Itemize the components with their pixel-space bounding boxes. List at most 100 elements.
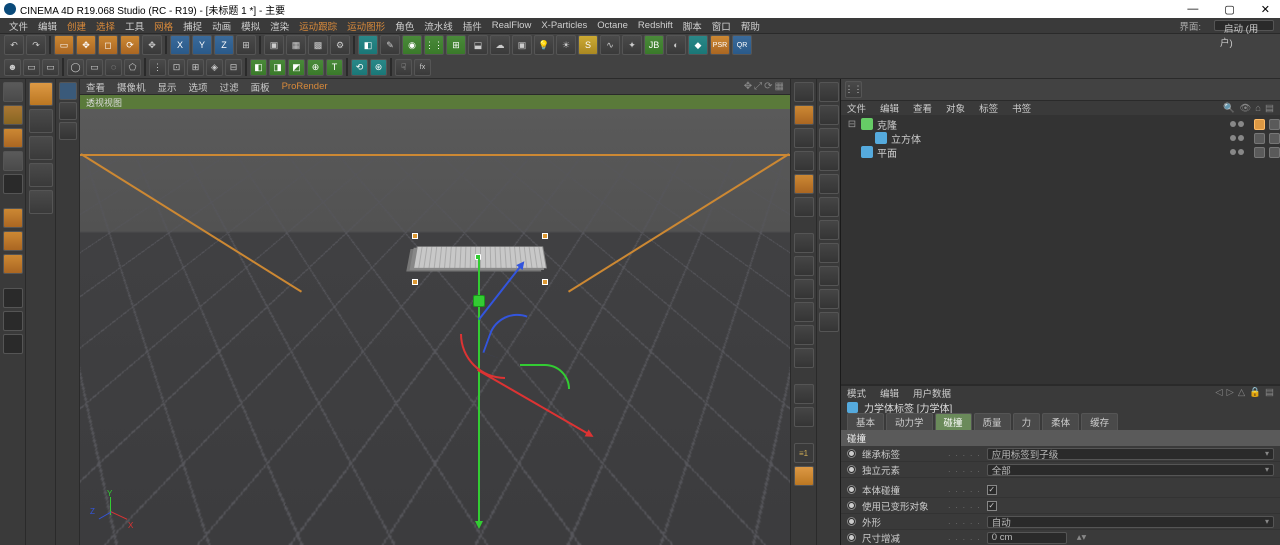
menu-动画[interactable]: 动画 xyxy=(207,19,236,33)
am-fold-icon[interactable]: ▤ xyxy=(1265,387,1274,398)
vpmenu-面板[interactable]: 面板 xyxy=(251,80,270,94)
radio-icon[interactable] xyxy=(847,517,856,526)
edge-mode-icon[interactable] xyxy=(3,231,23,251)
brush2-icon[interactable] xyxy=(29,190,53,214)
vrb9-icon[interactable] xyxy=(819,266,839,286)
vr2-icon[interactable] xyxy=(794,105,814,125)
attr-dropdown[interactable]: 自动 xyxy=(987,516,1274,528)
menu-渲染[interactable]: 渲染 xyxy=(265,19,294,33)
objmenu-查看[interactable]: 查看 xyxy=(913,101,932,115)
world-axis-icon[interactable]: ⊞ xyxy=(236,35,256,55)
vp-nav2-icon[interactable]: ⤢ xyxy=(754,81,762,92)
model-mode-icon[interactable] xyxy=(3,82,23,102)
sel-live-icon[interactable]: ◯ xyxy=(67,59,84,76)
point-mode-icon[interactable] xyxy=(3,208,23,228)
vis-editor-icon[interactable] xyxy=(1230,135,1236,141)
vis-editor-icon[interactable] xyxy=(1230,149,1236,155)
rp-grip-icon[interactable]: ⋮⋮ xyxy=(845,81,862,98)
attr-tab-缓存[interactable]: 缓存 xyxy=(1081,413,1118,430)
object-row-平面[interactable]: 平面 xyxy=(841,145,1280,159)
vp-nav4-icon[interactable]: ▦ xyxy=(775,81,784,92)
snap5-icon[interactable]: ⊟ xyxy=(225,59,242,76)
sel-handle-icon[interactable] xyxy=(542,279,548,285)
window-maximize[interactable]: ▢ xyxy=(1218,3,1240,16)
camera-icon[interactable]: ▣ xyxy=(512,35,532,55)
vrb6-icon[interactable] xyxy=(819,197,839,217)
menu-窗口[interactable]: 窗口 xyxy=(707,19,736,33)
vp-nav1-icon[interactable]: ✥ xyxy=(744,81,752,92)
menu-Redshift[interactable]: Redshift xyxy=(633,20,678,31)
object-name[interactable]: 平面 xyxy=(877,145,967,160)
primitive-cube-icon[interactable]: ◧ xyxy=(358,35,378,55)
rotate-tool-icon[interactable]: ⟳ xyxy=(120,35,140,55)
environment-icon[interactable]: ☁ xyxy=(490,35,510,55)
vrb11-icon[interactable] xyxy=(819,312,839,332)
vr13-icon[interactable] xyxy=(794,384,814,404)
hair-icon[interactable]: ∿ xyxy=(600,35,620,55)
snap2-icon[interactable]: ⊡ xyxy=(168,59,185,76)
sel-handle-icon[interactable] xyxy=(412,279,418,285)
workplane-icon[interactable] xyxy=(3,174,23,194)
deformer-icon[interactable]: ⬓ xyxy=(468,35,488,55)
vpmenu-显示[interactable]: 显示 xyxy=(158,80,177,94)
menu-帮助[interactable]: 帮助 xyxy=(736,19,765,33)
vrb10-icon[interactable] xyxy=(819,289,839,309)
misc2-icon[interactable]: fx xyxy=(414,59,431,76)
attr-tab-质量[interactable]: 质量 xyxy=(974,413,1011,430)
snap3-icon[interactable]: ⊞ xyxy=(187,59,204,76)
menu-X-Particles[interactable]: X-Particles xyxy=(536,20,592,31)
menu-角色[interactable]: 角色 xyxy=(390,19,419,33)
vr8-icon[interactable] xyxy=(794,256,814,276)
head-icon[interactable]: ☻ xyxy=(4,59,21,76)
sel-rect-icon[interactable]: ▭ xyxy=(86,59,103,76)
om-eye-icon[interactable]: 👁 xyxy=(1239,103,1251,114)
object-mode-icon[interactable] xyxy=(3,151,23,171)
gen2-icon[interactable]: ◨ xyxy=(269,59,286,76)
render-view-icon[interactable]: ▣ xyxy=(264,35,284,55)
vpmenu-查看[interactable]: 查看 xyxy=(86,80,105,94)
array-icon[interactable]: ⋮⋮ xyxy=(424,35,444,55)
attr-checkbox[interactable] xyxy=(987,485,997,495)
light2-icon[interactable]: ☀ xyxy=(556,35,576,55)
vp-nav3-icon[interactable]: ⟳ xyxy=(764,81,772,92)
radio-icon[interactable] xyxy=(847,449,856,458)
brush-icon[interactable] xyxy=(29,163,53,187)
object-name[interactable]: 克隆 xyxy=(877,117,967,132)
object-name[interactable]: 立方体 xyxy=(891,131,981,146)
snap-origin-icon[interactable] xyxy=(59,82,77,100)
attrmenu-用户数据[interactable]: 用户数据 xyxy=(913,386,951,400)
pointer2-icon[interactable] xyxy=(29,136,53,160)
tree-toggle-icon[interactable]: ⊟ xyxy=(847,119,857,130)
vrb4-icon[interactable] xyxy=(819,151,839,171)
tag-icon[interactable] xyxy=(1254,147,1265,158)
snap4-icon[interactable]: ◈ xyxy=(206,59,223,76)
menu-运动图形[interactable]: 运动图形 xyxy=(342,19,390,33)
axis-x-icon[interactable]: X xyxy=(170,35,190,55)
fx1-icon[interactable]: ⟲ xyxy=(351,59,368,76)
snap-b-icon[interactable] xyxy=(59,122,77,140)
vr-index-icon[interactable]: ≡1 xyxy=(794,443,814,463)
particles-icon[interactable]: ✦ xyxy=(622,35,642,55)
axis-mode-icon[interactable] xyxy=(3,288,23,308)
menu-RealFlow[interactable]: RealFlow xyxy=(487,20,537,31)
gen1-icon[interactable]: ◧ xyxy=(250,59,267,76)
radio-icon[interactable] xyxy=(847,465,856,474)
object-row-克隆[interactable]: ⊟ 克隆 xyxy=(841,117,1280,131)
attr-checkbox[interactable] xyxy=(987,501,997,511)
menu-运动跟踪[interactable]: 运动跟踪 xyxy=(294,19,342,33)
vr3-icon[interactable] xyxy=(794,128,814,148)
am-back-icon[interactable]: ◁ xyxy=(1215,387,1222,398)
menu-流水线[interactable]: 流水线 xyxy=(419,19,458,33)
layout-dropdown[interactable]: 启动 (用户) xyxy=(1214,20,1274,31)
attrmenu-编辑[interactable]: 编辑 xyxy=(880,386,899,400)
sculpt-icon[interactable]: ◐ xyxy=(666,35,686,55)
om-search-icon[interactable]: 🔍 xyxy=(1223,103,1235,114)
vr7-icon[interactable] xyxy=(794,233,814,253)
objmenu-文件[interactable]: 文件 xyxy=(847,101,866,115)
sel-handle-icon[interactable] xyxy=(412,233,418,239)
last-tool-icon[interactable]: ✥ xyxy=(142,35,162,55)
objmenu-书签[interactable]: 书签 xyxy=(1012,101,1031,115)
vpmenu-摄像机[interactable]: 摄像机 xyxy=(117,80,146,94)
render-region-icon[interactable]: ▦ xyxy=(286,35,306,55)
om-home-icon[interactable]: ⌂ xyxy=(1255,103,1261,114)
